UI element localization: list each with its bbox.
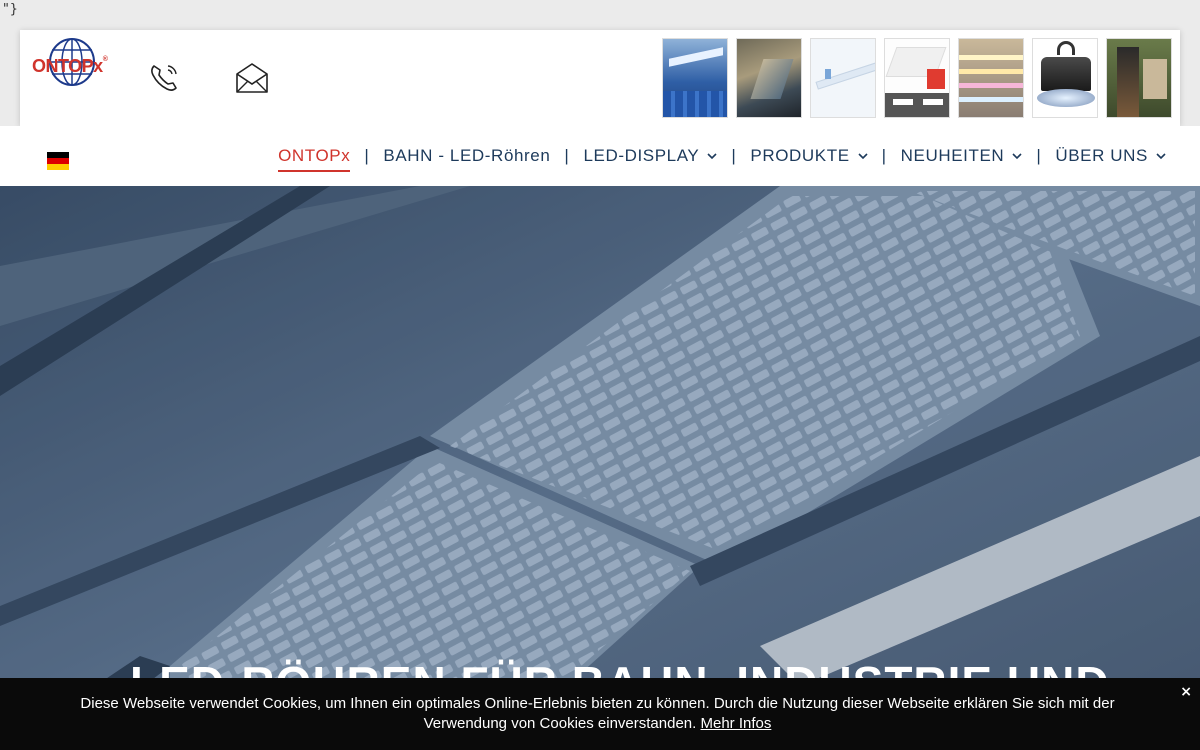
nav-item-label: NEUHEITEN [900, 146, 1005, 165]
nav-item-ueber-uns[interactable]: ÜBER UNS [1055, 146, 1166, 172]
nav-separator: | [364, 146, 370, 165]
thumb-led-tube[interactable] [810, 38, 876, 118]
nav-item-label: ONTOPx [278, 146, 351, 165]
chevron-down-icon [707, 153, 717, 160]
nav-item-neuheiten[interactable]: NEUHEITEN [901, 146, 1023, 172]
nav-separator: | [881, 146, 887, 165]
hero-banner: LED-RÖHREN FÜR BAHN, INDUSTRIE UND [0, 186, 1200, 750]
nav-item-produkte[interactable]: PRODUKTE [750, 146, 868, 172]
nav-item-label: BAHN - LED-Röhren [383, 146, 551, 165]
header-card: ONTOPx® [20, 30, 1180, 126]
thumb-highbay-lamp[interactable] [1032, 38, 1098, 118]
nav-item-label: PRODUKTE [750, 146, 850, 165]
nav-separator: | [1036, 146, 1042, 165]
cookie-message: Diese Webseite verwendet Cookies, um Ihn… [40, 694, 1155, 734]
chevron-down-icon [1156, 153, 1166, 160]
thumb-led-display-wall[interactable] [736, 38, 802, 118]
main-navigation: ONTOPx | BAHN - LED-Röhren | LED-DISPLAY… [0, 126, 1200, 186]
nav-menu: ONTOPx | BAHN - LED-Röhren | LED-DISPLAY… [278, 146, 1166, 172]
product-thumbnails [662, 38, 1172, 118]
phone-icon[interactable] [146, 60, 182, 96]
nav-item-bahn-led-roehren[interactable]: BAHN - LED-Röhren [383, 146, 550, 172]
envelope-icon[interactable] [234, 60, 270, 96]
nav-item-led-display[interactable]: LED-DISPLAY [583, 146, 717, 172]
logo-wordmark: ONTOPx [32, 56, 103, 76]
nav-separator: | [564, 146, 570, 165]
germany-flag-icon[interactable] [47, 152, 69, 170]
thumb-led-strips[interactable] [958, 38, 1024, 118]
cookie-text: Diese Webseite verwendet Cookies, um Ihn… [80, 695, 1115, 732]
cookie-banner: Diese Webseite verwendet Cookies, um Ihn… [0, 678, 1200, 750]
chevron-down-icon [858, 153, 868, 160]
close-icon[interactable]: × [1180, 684, 1192, 700]
chevron-down-icon [1012, 153, 1022, 160]
nav-item-label: ÜBER UNS [1055, 146, 1148, 165]
logo-text: ONTOPx® [32, 56, 108, 77]
logo-registered-mark: ® [102, 56, 108, 63]
nav-item-ontopx[interactable]: ONTOPx [278, 146, 351, 172]
more-info-link[interactable]: Mehr Infos [700, 715, 771, 732]
thumb-led-panel[interactable] [884, 38, 950, 118]
thumb-outdoor-display[interactable] [1106, 38, 1172, 118]
nav-separator: | [731, 146, 737, 165]
nav-item-label: LED-DISPLAY [583, 146, 700, 165]
thumb-train-interior[interactable] [662, 38, 728, 118]
raw-text-line: "} [2, 2, 18, 17]
ontopx-logo[interactable]: ONTOPx® [30, 36, 120, 92]
